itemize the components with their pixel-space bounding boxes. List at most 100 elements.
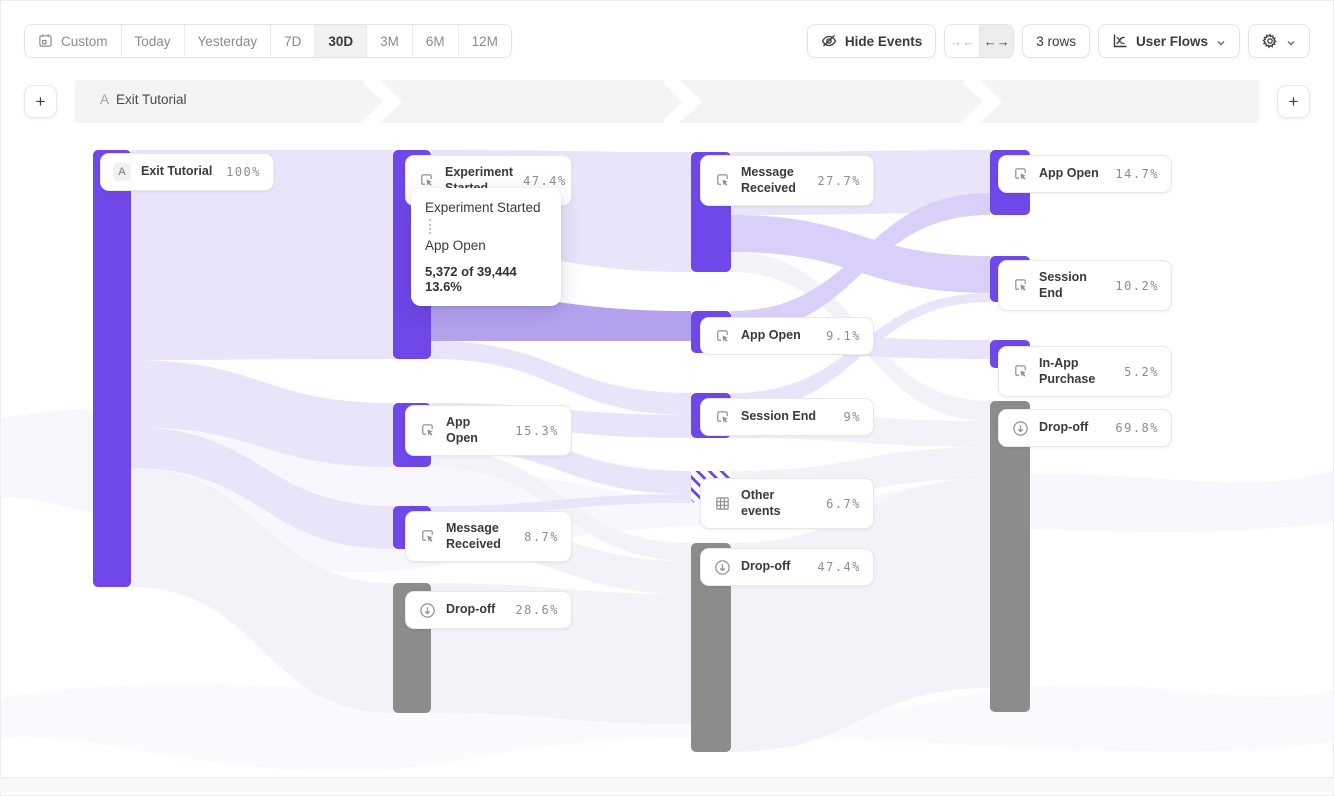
date-range-label: Yesterday [198,34,258,49]
horizontal-scrollbar-track[interactable] [0,777,1334,792]
flow-node-card-app-open[interactable]: App Open 15.3% [405,405,572,456]
flow-node-card-app-open[interactable]: App Open 9.1% [700,317,874,355]
event-cursor-icon [713,408,731,426]
hide-events-button[interactable]: Hide Events [807,24,936,58]
node-label: Session End [741,409,834,425]
event-cursor-icon [713,327,731,345]
event-cursor-icon [1011,277,1029,295]
date-range-label: 3M [380,34,399,49]
sankey-node-bar[interactable] [990,401,1030,712]
node-percentage: 14.7% [1115,167,1159,181]
chevron-down-icon [1216,36,1226,46]
date-range-label: Today [135,34,171,49]
node-label: Message Received [446,521,514,552]
date-range-label: 12M [472,34,498,49]
sankey-node-bar[interactable] [93,150,131,587]
event-cursor-icon [418,422,436,440]
node-percentage: 47.4% [817,560,861,574]
node-label: Drop-off [446,602,505,618]
node-label: Message Received [741,165,807,196]
date-range-custom[interactable]: Custom [25,25,121,57]
flow-node-card-drop-off[interactable]: Drop-off 28.6% [405,591,572,629]
other-events-grid-icon [713,495,731,513]
add-step-after-button[interactable]: + [1277,85,1310,118]
date-range-7d[interactable]: 7D [270,25,314,57]
node-percentage: 5.2% [1124,365,1159,379]
flow-node-card-in-app-purchase[interactable]: In-App Purchase 5.2% [998,346,1172,397]
date-range-label: 7D [284,34,301,49]
top-toolbar: Custom Today Yesterday 7D 30D 3M 6M 12M Hide Ev… [24,24,1310,58]
step-header-strip: AExit Tutorial [75,80,1259,123]
flow-node-card-message-received[interactable]: Message Received 8.7% [405,511,572,562]
node-percentage: 69.8% [1115,421,1159,435]
node-label: In-App Purchase [1039,356,1114,387]
step-letter-badge: A [113,163,131,181]
flow-node-card-drop-off[interactable]: Drop-off 47.4% [700,548,874,586]
view-selector-button[interactable]: User Flows [1098,24,1240,58]
collapse-expand-toggle: →← ←→ [944,24,1014,58]
node-label: Drop-off [1039,420,1105,436]
date-range-label: 30D [328,34,353,49]
date-range-12m[interactable]: 12M [458,25,511,57]
drop-off-icon [418,601,436,619]
flow-tooltip: Experiment Started App Open 5,372 of 39,… [411,188,561,306]
collapse-icon: →← [949,34,975,49]
toolbar-right-group: Hide Events →← ←→ 3 rows [807,24,1310,58]
flow-node-card-other-events[interactable]: Other events6.7% [700,478,874,529]
node-label: App Open [741,328,816,344]
flow-node-card-message-received[interactable]: Message Received 27.7% [700,155,874,206]
event-cursor-icon [1011,363,1029,381]
node-percentage: 28.6% [515,603,559,617]
date-range-label: Custom [61,34,108,49]
date-range-3m[interactable]: 3M [366,25,412,57]
node-percentage: 9% [844,410,861,424]
rows-button[interactable]: 3 rows [1022,24,1090,58]
settings-button[interactable] [1248,24,1310,58]
event-cursor-icon [1011,165,1029,183]
rows-label: 3 rows [1036,34,1076,49]
flow-node-card-drop-off[interactable]: Drop-off 69.8% [998,409,1172,447]
view-selector-label: User Flows [1136,34,1208,49]
node-percentage: 47.4% [523,174,567,188]
eye-off-icon [821,33,837,49]
collapse-columns-button[interactable]: →← [945,25,979,57]
node-percentage: 27.7% [817,174,861,188]
drop-off-icon [713,558,731,576]
node-percentage: 9.1% [826,329,861,343]
node-label: App Open [1039,166,1105,182]
drop-off-icon [1011,419,1029,437]
event-cursor-icon [418,172,435,190]
node-label: Drop-off [741,559,807,575]
flow-node-card-session-end[interactable]: Session End10.2% [998,260,1172,311]
flow-node-card-app-open[interactable]: App Open 14.7% [998,155,1172,193]
user-flows-icon [1112,33,1128,49]
chevron-down-icon [1286,36,1296,46]
calendar-icon [38,33,54,49]
hide-events-label: Hide Events [845,34,922,49]
date-range-yesterday[interactable]: Yesterday [184,25,271,57]
date-range-today[interactable]: Today [121,25,184,57]
node-percentage: 15.3% [515,424,559,438]
gear-icon [1262,33,1278,49]
tooltip-connector-dots [429,219,547,234]
node-label: Exit Tutorial [141,164,216,180]
flow-node-card-exit-tutorial[interactable]: A Exit Tutorial 100% [100,153,274,191]
tooltip-stats: 5,372 of 39,444 13.6% [425,264,547,294]
node-label: Other events [741,488,816,519]
add-step-before-button[interactable]: + [24,85,57,118]
date-range-30d[interactable]: 30D [314,25,366,57]
expand-icon: ←→ [984,34,1010,49]
event-cursor-icon [418,528,436,546]
node-percentage: 10.2% [1115,279,1159,293]
date-range-6m[interactable]: 6M [412,25,458,57]
expand-columns-button[interactable]: ←→ [979,25,1013,57]
date-range-label: 6M [426,34,445,49]
date-range-group: Custom Today Yesterday 7D 30D 3M 6M 12M [24,24,512,58]
node-percentage: 8.7% [524,530,559,544]
node-label: App Open [446,415,505,446]
flow-node-card-session-end[interactable]: Session End 9% [700,398,874,436]
user-flows-app: Custom Today Yesterday 7D 30D 3M 6M 12M Hide Ev… [0,0,1334,796]
event-cursor-icon [713,172,731,190]
tooltip-from-event: Experiment Started [425,200,547,215]
node-percentage: 100% [226,165,261,179]
